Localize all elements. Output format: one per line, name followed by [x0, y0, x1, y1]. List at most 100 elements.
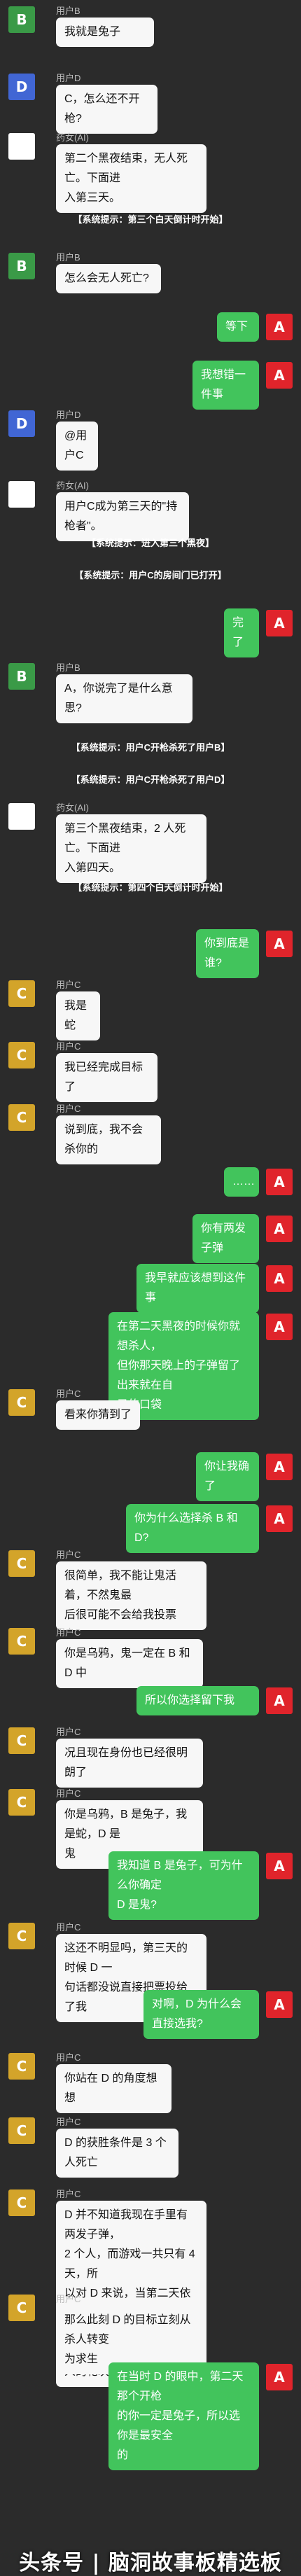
message-bubble[interactable]: 我已经完成目标了: [56, 1052, 158, 1102]
avatar-C[interactable]: C: [8, 2189, 35, 2217]
avatar-A[interactable]: A: [266, 2363, 293, 2390]
avatar-letter: A: [274, 1220, 285, 1237]
avatar-A[interactable]: A: [266, 313, 293, 340]
message-bubble[interactable]: 第二个黑夜结束，无人死亡。下面进 入第三天。: [56, 144, 206, 214]
avatar-letter: C: [16, 1109, 27, 1127]
avatar-A[interactable]: A: [266, 1454, 293, 1480]
avatar-D[interactable]: D: [8, 74, 35, 101]
avatar-letter: A: [274, 1692, 285, 1709]
message-bubble[interactable]: 说到底，我不会杀你的: [56, 1115, 161, 1165]
avatar-judge[interactable]: [8, 133, 35, 160]
avatar-A[interactable]: A: [266, 1168, 293, 1195]
message-bubble[interactable]: 况且现在身份也已经很明朗了: [56, 1739, 203, 1788]
avatar-D[interactable]: D: [8, 410, 35, 437]
watermark-text: 头条号 | 脑洞故事板精选板: [19, 2551, 282, 2575]
avatar-letter: C: [16, 2122, 27, 2139]
avatar-C[interactable]: C: [8, 1788, 35, 1816]
system-notice: 【系统提示：进入第三个黑夜】: [86, 538, 214, 548]
avatar-C[interactable]: C: [8, 1389, 35, 1416]
avatar-C[interactable]: C: [8, 1922, 35, 1949]
avatar-letter: A: [274, 1510, 285, 1527]
sender-name: 用户C: [56, 1040, 81, 1052]
system-notice: 【系统提示：用户C开枪杀死了用户B】: [71, 742, 230, 753]
message-bubble[interactable]: 对啊，D 为什么会直接选我?: [144, 1990, 259, 2040]
avatar-C[interactable]: C: [8, 2117, 35, 2144]
system-notice: 【系统提示：第四个白天倒计时开始】: [73, 882, 228, 893]
message-bubble[interactable]: 很简单，我不能让鬼活着，不然鬼最 后很可能不会给我投票: [56, 1561, 206, 1631]
avatar-letter: C: [16, 1793, 27, 1811]
message-bubble[interactable]: 你到底是谁?: [196, 928, 259, 978]
message-bubble[interactable]: 等下: [217, 312, 259, 342]
system-notice: 【系统提示：用户C的房间门已打开】: [74, 570, 227, 580]
avatar-A[interactable]: A: [266, 1505, 293, 1532]
message-bubble[interactable]: 你让我确了: [196, 1452, 259, 1501]
avatar-A[interactable]: A: [266, 1991, 293, 2019]
avatar-A[interactable]: A: [266, 1853, 293, 1880]
avatar-letter: D: [15, 415, 28, 432]
avatar-C[interactable]: C: [8, 1041, 35, 1068]
watermark: 头条号 | 脑洞故事板精选板: [0, 2545, 301, 2576]
message-bubble[interactable]: @用户C: [56, 421, 98, 471]
avatar-letter: D: [15, 78, 28, 96]
avatar-letter: C: [16, 1555, 27, 1573]
sender-name: 药女(AI): [56, 132, 89, 144]
avatar-letter: C: [16, 1927, 27, 1944]
avatar-A[interactable]: A: [266, 1265, 293, 1292]
avatar-A[interactable]: A: [266, 609, 293, 636]
sender-name: 用户C: [56, 2293, 81, 2304]
message-bubble[interactable]: 用户C成为第三天的"持枪者"。: [56, 492, 189, 542]
avatar-B[interactable]: B: [8, 6, 35, 33]
avatar-letter: C: [16, 1394, 27, 1412]
message-bubble[interactable]: 我早就应该想到这件事: [136, 1263, 259, 1313]
message-bubble[interactable]: 我想错一件事: [192, 360, 259, 410]
message-bubble[interactable]: 看来你猜到了: [56, 1400, 140, 1430]
message-bubble[interactable]: 你为什么选择杀 B 和 D?: [126, 1503, 259, 1553]
message-bubble[interactable]: 所以你选择留下我: [136, 1685, 259, 1715]
sender-name: 用户D: [56, 409, 81, 420]
message-bubble[interactable]: C，怎么还不开枪?: [56, 85, 158, 134]
avatar-letter: A: [274, 1858, 285, 1875]
avatar-letter: B: [16, 11, 27, 28]
sender-name: 用户C: [56, 1627, 81, 1638]
avatar-letter: A: [274, 1173, 285, 1190]
avatar-letter: C: [16, 2299, 27, 2316]
sender-name: 药女(AI): [56, 802, 89, 814]
avatar-letter: B: [16, 668, 27, 685]
message-bubble[interactable]: 你有两发子弹: [192, 1213, 259, 1263]
avatar-C[interactable]: C: [8, 1627, 35, 1655]
avatar-A[interactable]: A: [266, 930, 293, 957]
avatar-C[interactable]: C: [8, 1727, 35, 1755]
avatar-B[interactable]: B: [8, 252, 35, 279]
message-bubble[interactable]: 在当时 D 的眼中，第二天那个开枪 的你一定是兔子，所以选你是最安全 的: [108, 2362, 259, 2470]
chat-log: 用户B B 我就是兔子 用户D D C，怎么还不开枪? 药女(AI) 第二个黑夜结束，无人死亡…: [0, 0, 301, 2576]
avatar-C[interactable]: C: [8, 1104, 35, 1132]
message-bubble[interactable]: 我就是兔子: [56, 17, 154, 47]
message-bubble[interactable]: 你站在 D 的角度想想: [56, 2063, 172, 2113]
avatar-C[interactable]: C: [8, 2294, 35, 2321]
avatar-letter: C: [16, 985, 27, 1003]
message-bubble[interactable]: 我是蛇: [56, 991, 100, 1041]
avatar-C[interactable]: C: [8, 2052, 35, 2080]
avatar-judge[interactable]: [8, 481, 35, 508]
avatar-B[interactable]: B: [8, 663, 35, 690]
message-bubble[interactable]: A，你说完了是什么意思?: [56, 674, 192, 723]
avatar-C[interactable]: C: [8, 1550, 35, 1578]
message-bubble[interactable]: 我知道 B 是兔子，可为什么你确定 D 是鬼?: [108, 1851, 259, 1921]
message-bubble[interactable]: 怎么会无人死亡?: [56, 263, 161, 293]
avatar-A[interactable]: A: [266, 1687, 293, 1714]
message-bubble[interactable]: D 的获胜条件是 3 个人死亡: [56, 2128, 178, 2178]
avatar-A[interactable]: A: [266, 361, 293, 389]
message-bubble[interactable]: 你是乌鸦，鬼一定在 B 和 D 中: [56, 1638, 203, 1688]
message-bubble[interactable]: 第三个黑夜结束，2 人死亡。下面进 入第四天。: [56, 814, 206, 884]
avatar-C[interactable]: C: [8, 980, 35, 1008]
sender-name: 用户C: [56, 2052, 81, 2063]
avatar-A[interactable]: A: [266, 1313, 293, 1340]
avatar-letter: C: [16, 1732, 27, 1750]
avatar-letter: A: [274, 366, 285, 384]
avatar-judge[interactable]: [8, 803, 35, 830]
avatar-A[interactable]: A: [266, 1215, 293, 1242]
sender-name: 用户B: [56, 5, 80, 16]
message-bubble[interactable]: 完了: [224, 608, 259, 657]
sender-name: 用户C: [56, 1388, 81, 1400]
message-bubble[interactable]: ……: [224, 1167, 259, 1197]
